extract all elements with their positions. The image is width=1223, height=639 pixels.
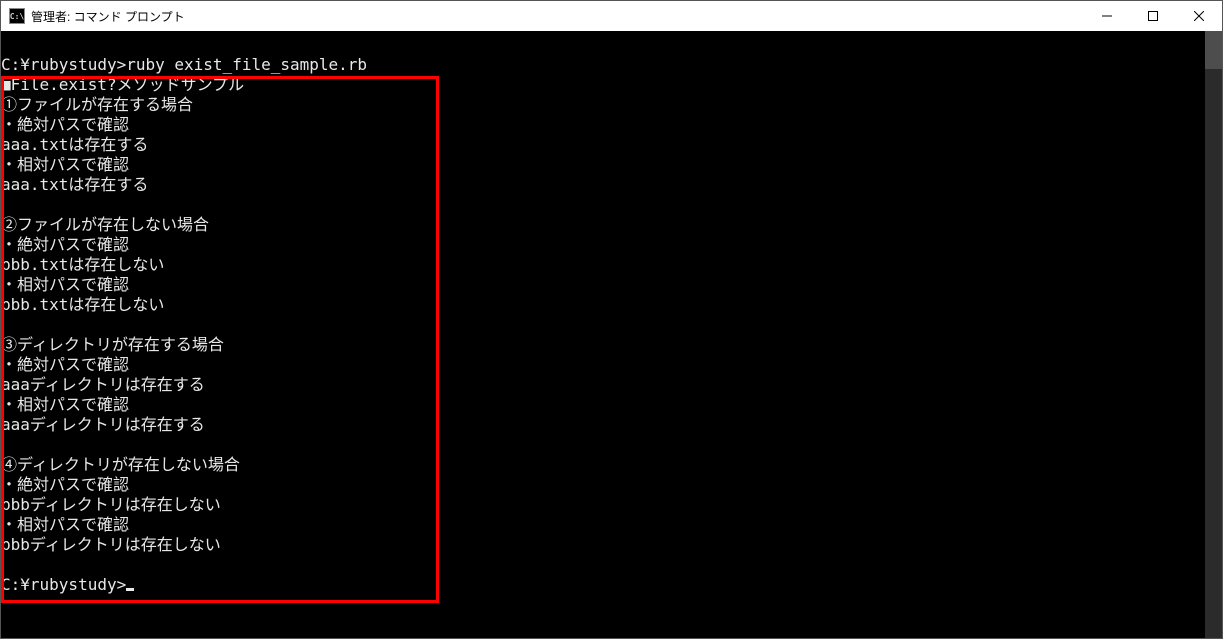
minimize-button[interactable] [1084,1,1130,31]
window-frame: C:\ 管理者: コマンド プロンプト C:¥rubystudy>ruby ex… [0,0,1223,639]
vertical-scrollbar[interactable] [1205,31,1222,638]
prompt: C:¥rubystudy> [1,575,126,594]
window-title: 管理者: コマンド プロンプト [31,8,185,25]
titlebar[interactable]: C:\ 管理者: コマンド プロンプト [1,1,1222,31]
terminal-output[interactable]: C:¥rubystudy>ruby exist_file_sample.rb ■… [1,31,1205,638]
close-button[interactable] [1176,1,1222,31]
app-icon: C:\ [9,8,25,24]
scrollbar-thumb[interactable] [1205,31,1222,69]
cursor [126,588,134,591]
maximize-button[interactable] [1130,1,1176,31]
client-area: C:¥rubystudy>ruby exist_file_sample.rb ■… [1,31,1222,638]
terminal-text: C:¥rubystudy>ruby exist_file_sample.rb ■… [1,55,367,554]
app-icon-text: C:\ [10,12,24,21]
